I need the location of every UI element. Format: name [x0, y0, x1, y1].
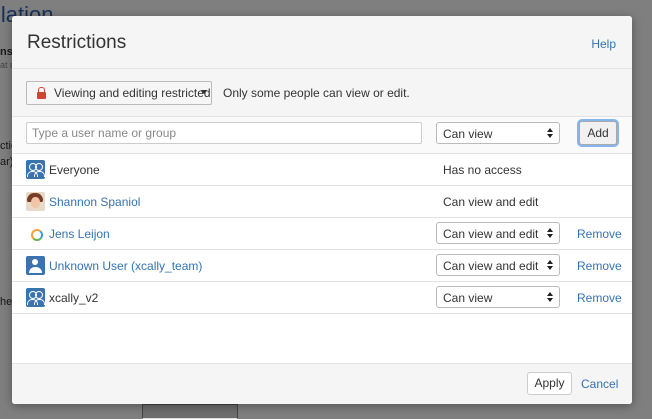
- restriction-row: Jens Leijon Can view and edit Remove: [12, 218, 632, 250]
- select-arrows-icon: [547, 260, 553, 271]
- user-icon: [26, 256, 45, 275]
- user-photo-icon: [26, 192, 45, 211]
- select-arrows-icon: [547, 292, 553, 303]
- entry-name-link[interactable]: Shannon Spaniol: [49, 195, 140, 209]
- entry-name: Everyone: [49, 163, 100, 177]
- restriction-row: Everyone Has no access: [12, 154, 632, 186]
- entry-permission-select[interactable]: Can view and edit: [436, 222, 560, 244]
- add-restriction-row: Can view Add: [12, 117, 632, 154]
- entry-permission-select[interactable]: Can view and edit: [436, 254, 560, 276]
- entry-permission-select[interactable]: Can view: [436, 286, 560, 308]
- restriction-mode-row: Viewing and editing restricted Only some…: [12, 69, 632, 117]
- remove-link[interactable]: Remove: [577, 227, 622, 241]
- entry-permission: Can view and edit: [443, 195, 539, 209]
- entry-permission-value: Can view and edit: [443, 259, 539, 273]
- restriction-row: Unknown User (xcally_team) Can view and …: [12, 250, 632, 282]
- dialog-footer: Apply Cancel: [12, 363, 632, 404]
- remove-link[interactable]: Remove: [577, 259, 622, 273]
- new-permission-select[interactable]: Can view: [436, 122, 560, 144]
- restriction-mode-label: Viewing and editing restricted: [54, 86, 211, 100]
- lock-icon: [37, 86, 46, 99]
- entry-permission-value: Can view and edit: [443, 227, 539, 241]
- new-permission-value: Can view: [443, 127, 493, 141]
- entry-name: xcally_v2: [49, 291, 99, 305]
- dialog-header: Restrictions Help: [12, 16, 632, 69]
- entry-permission: Has no access: [443, 163, 522, 177]
- apply-button[interactable]: Apply: [527, 372, 572, 395]
- user-group-search-input[interactable]: [26, 122, 422, 144]
- restriction-row: Shannon Spaniol Can view and edit: [12, 186, 632, 218]
- restrictions-dialog: Restrictions Help Viewing and editing re…: [12, 16, 632, 404]
- select-arrows-icon: [547, 128, 553, 139]
- help-link[interactable]: Help: [591, 37, 616, 51]
- group-icon: [26, 160, 45, 179]
- group-icon: [26, 288, 45, 307]
- entry-name-link[interactable]: Jens Leijon: [49, 227, 110, 241]
- add-button[interactable]: Add: [579, 121, 617, 145]
- entry-permission-value: Can view: [443, 291, 493, 305]
- cancel-link[interactable]: Cancel: [581, 377, 618, 391]
- entry-name-link[interactable]: Unknown User (xcally_team): [49, 259, 202, 273]
- chevron-down-icon: [201, 90, 207, 94]
- dialog-title: Restrictions: [27, 32, 127, 53]
- select-arrows-icon: [547, 228, 553, 239]
- logo-icon: [26, 224, 45, 243]
- restriction-row: xcally_v2 Can view Remove: [12, 282, 632, 314]
- remove-link[interactable]: Remove: [577, 291, 622, 305]
- restriction-mode-description: Only some people can view or edit.: [223, 86, 410, 100]
- restriction-mode-dropdown[interactable]: Viewing and editing restricted: [26, 81, 212, 105]
